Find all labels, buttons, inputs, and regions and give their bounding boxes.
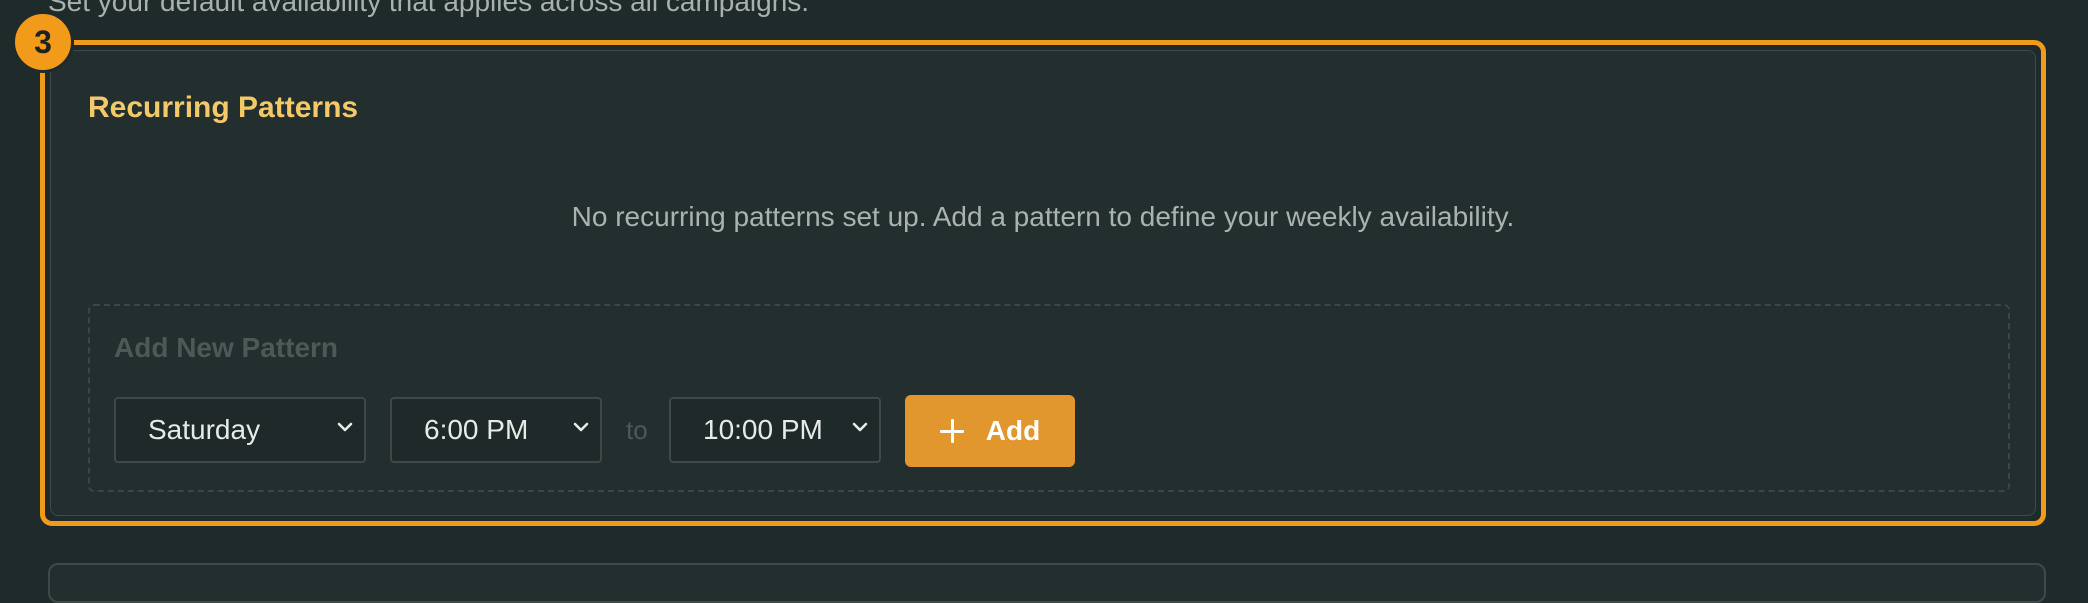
add-button-label: Add	[985, 415, 1041, 446]
day-select-value: Saturday	[148, 414, 261, 445]
day-select[interactable]: Saturday	[114, 397, 366, 463]
add-pattern-button[interactable]: Add	[905, 395, 1075, 467]
chevron-down-icon	[337, 422, 353, 432]
chevron-down-icon	[852, 422, 868, 432]
recurring-patterns-highlight: Recurring Patterns No recurring patterns…	[40, 40, 2046, 526]
start-time-select[interactable]: 6:00 PM	[390, 397, 602, 463]
recurring-patterns-card: Recurring Patterns No recurring patterns…	[50, 50, 2036, 516]
end-time-value: 10:00 PM	[703, 414, 823, 445]
empty-state-message: No recurring patterns set up. Add a patt…	[571, 201, 1515, 232]
next-section-card	[48, 563, 2046, 603]
start-time-value: 6:00 PM	[424, 414, 529, 445]
add-pattern-panel: Add New Pattern Saturday 6:00 PM to 10:0…	[88, 304, 2010, 492]
section-title: Recurring Patterns	[88, 91, 359, 124]
availability-description: Set your default availability that appli…	[48, 0, 810, 17]
end-time-select[interactable]: 10:00 PM	[669, 397, 881, 463]
to-label: to	[626, 415, 648, 445]
step-badge: 3	[12, 11, 74, 73]
plus-icon	[939, 419, 964, 443]
add-pattern-title: Add New Pattern	[114, 332, 339, 363]
chevron-down-icon	[573, 422, 589, 432]
